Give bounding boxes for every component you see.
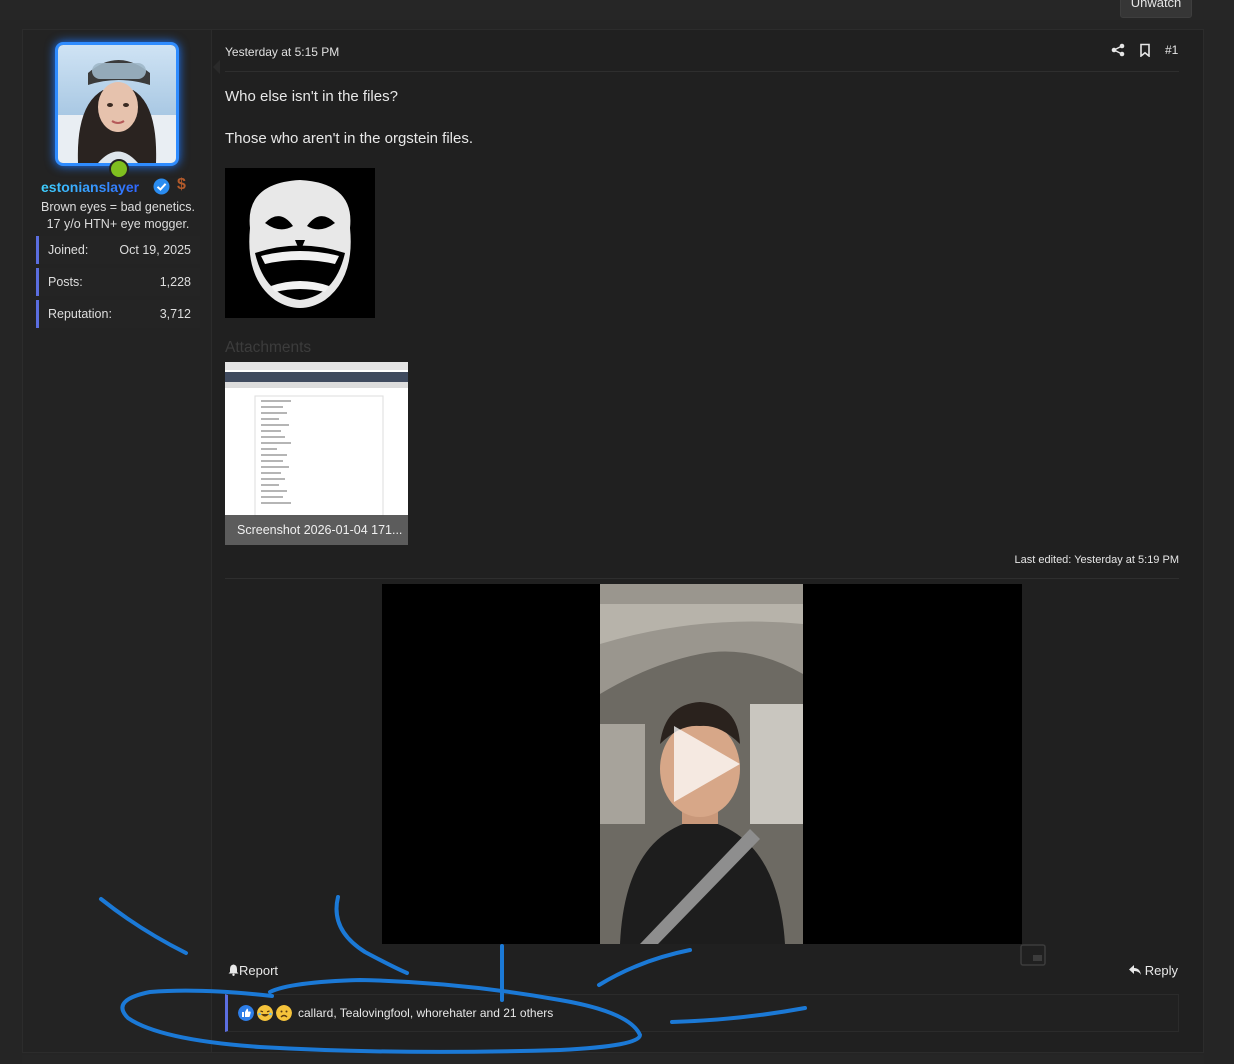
avatar[interactable] <box>55 42 179 166</box>
post-text-line: Who else isn't in the files? <box>225 88 398 105</box>
post-content: Yesterday at 5:15 PM #1 Who else isn't i… <box>225 30 1181 1052</box>
post-date[interactable]: Yesterday at 5:15 PM <box>225 45 339 59</box>
video-player[interactable] <box>382 584 1022 944</box>
bell-icon <box>228 964 239 976</box>
online-status-icon <box>109 159 129 179</box>
verified-badge-icon <box>153 178 170 195</box>
stat-label: Joined: <box>48 243 89 257</box>
user-title: Brown eyes = bad genetics. 17 y/o HTN+ e… <box>41 200 195 231</box>
top-bar: Unwatch <box>0 0 1234 20</box>
next-post-edge <box>22 1055 1204 1064</box>
last-edited: Last edited: Yesterday at 5:19 PM <box>1014 554 1179 566</box>
userbox-arrow <box>213 60 220 74</box>
reply-arrow-icon <box>1128 965 1141 975</box>
report-label: Report <box>239 963 279 978</box>
stat-joined: Joined: Oct 19, 2025 <box>36 236 200 264</box>
post: estonianslayer $ Brown eyes = bad geneti… <box>22 29 1204 1053</box>
divider <box>225 71 1179 72</box>
bookmark-icon[interactable] <box>1138 43 1152 57</box>
divider <box>225 578 1179 579</box>
stat-reputation: Reputation: 3,712 <box>36 300 200 328</box>
stat-label: Posts: <box>48 275 83 289</box>
username[interactable]: estonianslayer <box>41 179 139 195</box>
post-number[interactable]: #1 <box>1165 43 1178 57</box>
stat-posts: Posts: 1,228 <box>36 268 200 296</box>
reply-label: Reply <box>1144 963 1178 978</box>
post-text-line: Those who aren't in the orgstein files. <box>225 130 473 147</box>
stat-value: 1,228 <box>159 275 191 289</box>
attachments-title: Attachments <box>225 339 312 356</box>
stat-value: 3,712 <box>159 307 191 321</box>
laugh-icon <box>257 1005 273 1021</box>
stat-value: Oct 19, 2025 <box>119 243 191 257</box>
like-icon <box>238 1005 254 1021</box>
user-info-panel: estonianslayer $ Brown eyes = bad geneti… <box>23 30 212 1052</box>
share-icon[interactable] <box>1111 43 1125 57</box>
picture-in-picture-icon[interactable] <box>1020 944 1046 966</box>
sad-icon <box>276 1005 292 1021</box>
troll-face-image[interactable] <box>225 168 375 318</box>
play-icon[interactable] <box>672 724 742 804</box>
report-link[interactable]: Report <box>228 963 278 978</box>
reply-link[interactable]: Reply <box>1128 963 1178 978</box>
reaction-users-list[interactable]: callard, Tealovingfool, whorehater and 2… <box>298 1006 553 1020</box>
reactions-bar[interactable]: callard, Tealovingfool, whorehater and 2… <box>225 994 1179 1032</box>
attachment-caption[interactable]: Screenshot 2026-01-04 171... <box>225 515 408 545</box>
stat-label: Reputation: <box>48 307 112 321</box>
dollar-icon: $ <box>177 176 186 193</box>
attachment-thumbnail[interactable]: Screenshot 2026-01-04 171... <box>225 362 408 545</box>
unwatch-button[interactable]: Unwatch <box>1120 0 1192 18</box>
